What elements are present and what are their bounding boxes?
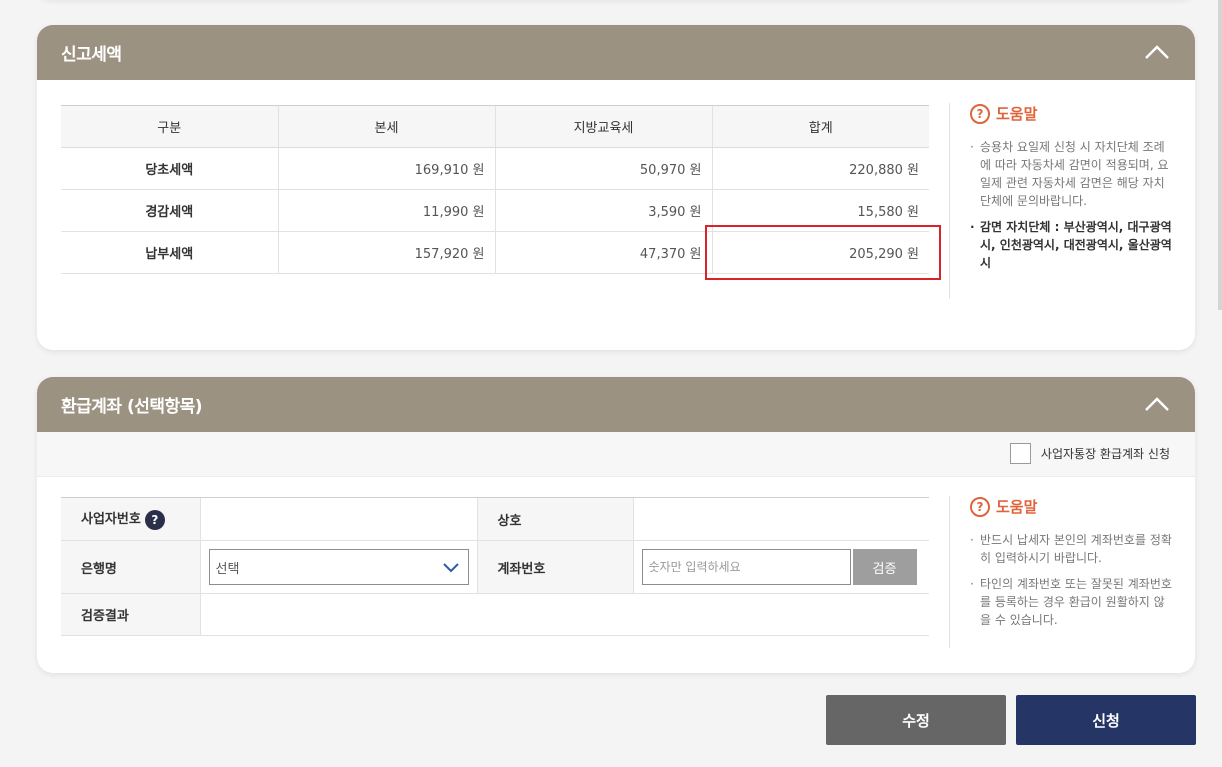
biz-no-value: [199, 497, 477, 541]
col-header-category: 구분: [61, 105, 278, 148]
table-row: 당초세액 169,910 원 50,970 원 220,880 원: [61, 147, 929, 190]
page-scrollbar[interactable]: [1218, 0, 1222, 310]
bank-select-value: 선택: [215, 561, 240, 577]
refund-help-panel: ? 도움말 반드시 납세자 본인의 계좌번호를 정확히 입력하시기 바랍니다. …: [949, 496, 1175, 648]
cell-education-tax: 50,970 원: [494, 147, 712, 190]
table-row: 납부세액 157,920 원 47,370 원 205,290 원: [61, 231, 929, 274]
tax-amount-title: 신고세액: [61, 45, 122, 65]
help-item: 반드시 납세자 본인의 계좌번호를 정확히 입력하시기 바랍니다.: [970, 531, 1175, 567]
cell-education-tax: 47,370 원: [494, 231, 712, 274]
cell-education-tax: 3,590 원: [494, 189, 712, 232]
help-list: 반드시 납세자 본인의 계좌번호를 정확히 입력하시기 바랍니다. 타인의 계좌…: [970, 531, 1175, 629]
help-title: ? 도움말: [970, 103, 1175, 124]
account-label: 계좌번호: [476, 540, 633, 594]
col-header-education-tax: 지방교육세: [494, 105, 712, 148]
cell-base-tax: 157,920 원: [277, 231, 495, 274]
help-title-text: 도움말: [996, 498, 1038, 516]
chevron-up-icon: [1145, 45, 1169, 59]
collapse-refund-section-button[interactable]: [1143, 392, 1171, 416]
table-row: 경감세액 11,990 원 3,590 원 15,580 원: [61, 189, 929, 232]
table-header-row: 구분 본세 지방교육세 합계: [61, 105, 929, 148]
question-circle-icon: ?: [970, 496, 990, 517]
chevron-up-icon: [1145, 397, 1169, 411]
business-account-check-row: 사업자통장 환급계좌 신청: [37, 432, 1195, 477]
cell-base-tax: 11,990 원: [277, 189, 495, 232]
help-title-text: 도움말: [996, 105, 1038, 123]
business-account-checkbox-label[interactable]: 사업자통장 환급계좌 신청: [1009, 443, 1170, 464]
cell-total: 220,880 원: [711, 147, 929, 190]
apply-button[interactable]: 신청: [1016, 695, 1196, 745]
verify-result-label: 검증결과: [61, 593, 200, 636]
bank-select[interactable]: 선택: [208, 549, 469, 585]
refund-account-title: 환급계좌 (선택항목): [61, 397, 203, 417]
biz-no-label: 사업자번호: [81, 512, 141, 528]
collapse-tax-section-button[interactable]: [1143, 40, 1171, 64]
refund-account-card: 환급계좌 (선택항목) 사업자통장 환급계좌 신청 사업자번호? 상호 은행명: [37, 377, 1195, 673]
account-input-cell: 검증: [632, 540, 929, 594]
cell-base-tax: 169,910 원: [277, 147, 495, 190]
help-item-bold: 감면 자치단체 : 부산광역시, 대구광역시, 인천광역시, 대전광역시, 울산…: [970, 218, 1175, 272]
cell-total-payable: 205,290 원: [711, 231, 929, 274]
form-row: 검증결과: [61, 593, 929, 636]
help-item: 승용차 요일제 신청 시 자치단체 조례에 따라 자동차세 감면이 적용되며, …: [970, 138, 1175, 210]
verify-result-value: [199, 593, 929, 636]
bank-select-cell: 선택: [199, 540, 477, 594]
business-account-checkbox[interactable]: [1009, 443, 1031, 464]
form-row: 은행명 선택 계좌번호 검증: [61, 540, 929, 594]
chevron-down-icon: [442, 563, 459, 573]
company-label: 상호: [476, 497, 633, 541]
account-number-input[interactable]: [641, 549, 851, 585]
tax-help-panel: ? 도움말 승용차 요일제 신청 시 자치단체 조례에 따라 자동차세 감면이 …: [949, 103, 1175, 299]
company-value: [632, 497, 929, 541]
tax-amount-table: 구분 본세 지방교육세 합계 당초세액 169,910 원 50,970 원 2…: [61, 105, 929, 274]
row-label-original-tax: 당초세액: [61, 147, 278, 190]
col-header-total: 합계: [711, 105, 929, 148]
help-item: 타인의 계좌번호 또는 잘못된 계좌번호를 등록하는 경우 환급이 원활하지 않…: [970, 575, 1175, 629]
edit-button[interactable]: 수정: [826, 695, 1006, 745]
cell-total: 15,580 원: [711, 189, 929, 232]
form-row: 사업자번호? 상호: [61, 497, 929, 541]
checkbox-label-text: 사업자통장 환급계좌 신청: [1040, 447, 1170, 461]
bank-label: 은행명: [61, 540, 200, 594]
question-circle-icon[interactable]: ?: [144, 509, 165, 530]
tax-amount-card: 신고세액 구분 본세 지방교육세 합계 당초세액 169,910 원 50,97…: [37, 25, 1195, 350]
row-label-payable-tax: 납부세액: [61, 231, 278, 274]
question-circle-icon: ?: [970, 103, 990, 124]
refund-account-header: 환급계좌 (선택항목): [37, 377, 1195, 432]
refund-form-table: 사업자번호? 상호 은행명 선택 계좌번호 검증 검증결과: [61, 497, 929, 636]
verify-button[interactable]: 검증: [852, 549, 917, 585]
row-label-reduced-tax: 경감세액: [61, 189, 278, 232]
col-header-base-tax: 본세: [277, 105, 495, 148]
tax-amount-header: 신고세액: [37, 25, 1195, 80]
biz-no-label-cell: 사업자번호?: [61, 497, 200, 541]
help-list: 승용차 요일제 신청 시 자치단체 조례에 따라 자동차세 감면이 적용되며, …: [970, 138, 1175, 272]
help-title: ? 도움말: [970, 496, 1175, 517]
